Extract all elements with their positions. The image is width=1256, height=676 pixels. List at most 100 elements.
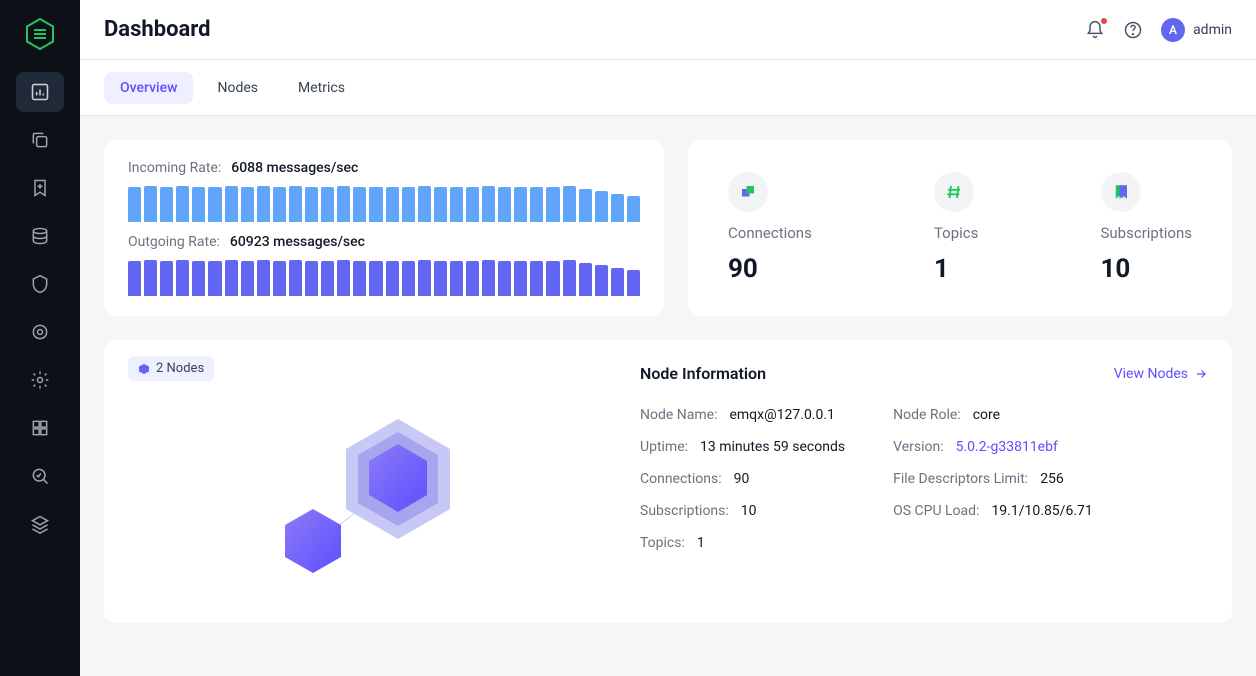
bar xyxy=(418,260,431,296)
bar xyxy=(321,261,334,296)
uptime-value: 13 minutes 59 seconds xyxy=(700,439,845,455)
notifications-icon[interactable] xyxy=(1085,20,1105,40)
outgoing-rate-label: Outgoing Rate: xyxy=(128,234,220,250)
bar xyxy=(176,186,189,222)
bar xyxy=(611,268,624,296)
bar xyxy=(434,187,447,222)
node-topology-viz xyxy=(128,389,608,599)
subscriptions-info-value: 10 xyxy=(741,503,757,519)
node-name-value: emqx@127.0.0.1 xyxy=(729,407,834,423)
bar xyxy=(225,260,238,296)
bar xyxy=(514,261,527,296)
bar xyxy=(611,194,624,222)
bar xyxy=(337,186,350,222)
outgoing-rate-chart xyxy=(128,260,640,296)
bar xyxy=(128,187,141,222)
hexagon-icon xyxy=(138,363,150,375)
rates-card: Incoming Rate: 6088 messages/sec Outgoin… xyxy=(104,140,664,316)
bar xyxy=(208,187,221,222)
avatar: A xyxy=(1161,18,1185,42)
topics-info-value: 1 xyxy=(697,535,705,551)
bar xyxy=(321,187,334,222)
stat-connections: Connections 90 xyxy=(728,172,812,284)
bar xyxy=(386,187,399,222)
bar xyxy=(595,191,608,222)
cpu-load-value: 19.1/10.85/6.71 xyxy=(991,503,1092,519)
tab-metrics[interactable]: Metrics xyxy=(282,72,361,104)
bar xyxy=(418,186,431,222)
bar xyxy=(192,261,205,296)
bar xyxy=(563,186,576,222)
bar xyxy=(241,261,254,296)
bar xyxy=(482,186,495,222)
topics-value: 1 xyxy=(934,254,978,284)
subscriptions-label: Subscriptions xyxy=(1101,224,1192,242)
stat-topics: Topics 1 xyxy=(934,172,978,284)
subscriptions-info-label: Subscriptions: xyxy=(640,503,729,519)
node-info-title: Node Information xyxy=(640,364,766,383)
header: Dashboard A admin xyxy=(80,0,1256,60)
bar xyxy=(579,189,592,222)
stats-card: Connections 90 Topics 1 Subscriptions 10 xyxy=(688,140,1232,316)
bar xyxy=(450,261,463,296)
node-card: 2 Nodes xyxy=(104,340,1232,623)
subscriptions-value: 10 xyxy=(1101,254,1192,284)
incoming-rate-value: 6088 messages/sec xyxy=(231,160,358,176)
sidebar-item-monitor[interactable] xyxy=(16,456,64,496)
bar xyxy=(595,265,608,296)
version-value[interactable]: 5.0.2-g33811ebf xyxy=(956,439,1058,455)
connections-icon xyxy=(728,172,768,212)
sidebar-item-shield[interactable] xyxy=(16,264,64,304)
bar xyxy=(273,261,286,296)
content: Incoming Rate: 6088 messages/sec Outgoin… xyxy=(80,116,1256,676)
bar xyxy=(257,186,270,222)
bar xyxy=(498,187,511,222)
tab-nodes[interactable]: Nodes xyxy=(201,72,274,104)
main-area: Dashboard A admin Overview Nodes Metrics xyxy=(80,0,1256,676)
topics-info-label: Topics: xyxy=(640,535,685,551)
topics-icon xyxy=(934,172,974,212)
bar xyxy=(466,261,479,296)
fd-limit-label: File Descriptors Limit: xyxy=(893,471,1028,487)
node-name-label: Node Name: xyxy=(640,407,717,423)
incoming-rate-label: Incoming Rate: xyxy=(128,160,221,176)
bar xyxy=(160,187,173,222)
connections-value: 90 xyxy=(728,254,812,284)
bar xyxy=(546,187,559,222)
sidebar-item-copy[interactable] xyxy=(16,120,64,160)
sidebar-item-settings[interactable] xyxy=(16,360,64,400)
bar xyxy=(353,261,366,296)
sidebar-item-dashboard[interactable] xyxy=(16,72,64,112)
node-role-value: core xyxy=(973,407,1000,423)
node-role-label: Node Role: xyxy=(893,407,961,423)
nodes-count-badge: 2 Nodes xyxy=(128,356,214,381)
outgoing-rate-value: 60923 messages/sec xyxy=(230,234,365,250)
bar xyxy=(514,187,527,222)
sidebar-item-layers[interactable] xyxy=(16,504,64,544)
bar xyxy=(627,270,640,296)
version-label: Version: xyxy=(893,439,944,455)
sidebar-item-extensions[interactable] xyxy=(16,408,64,448)
sidebar-item-bookmark[interactable] xyxy=(16,168,64,208)
notification-dot xyxy=(1101,18,1107,24)
bar xyxy=(144,260,157,296)
bar xyxy=(192,187,205,222)
bar xyxy=(305,261,318,296)
arrow-right-icon xyxy=(1194,367,1208,381)
topics-label: Topics xyxy=(934,224,978,242)
view-nodes-link[interactable]: View Nodes xyxy=(1114,366,1208,382)
bar xyxy=(160,261,173,296)
sidebar-item-target[interactable] xyxy=(16,312,64,352)
user-menu[interactable]: A admin xyxy=(1161,18,1232,42)
bar xyxy=(208,261,221,296)
bar xyxy=(273,187,286,222)
sidebar-item-database[interactable] xyxy=(16,216,64,256)
tab-overview[interactable]: Overview xyxy=(104,72,193,104)
fd-limit-value: 256 xyxy=(1040,471,1064,487)
app-logo xyxy=(22,16,58,52)
connections-info-label: Connections: xyxy=(640,471,722,487)
bar xyxy=(546,261,559,296)
bar xyxy=(353,187,366,222)
connections-label: Connections xyxy=(728,224,812,242)
help-icon[interactable] xyxy=(1123,20,1143,40)
